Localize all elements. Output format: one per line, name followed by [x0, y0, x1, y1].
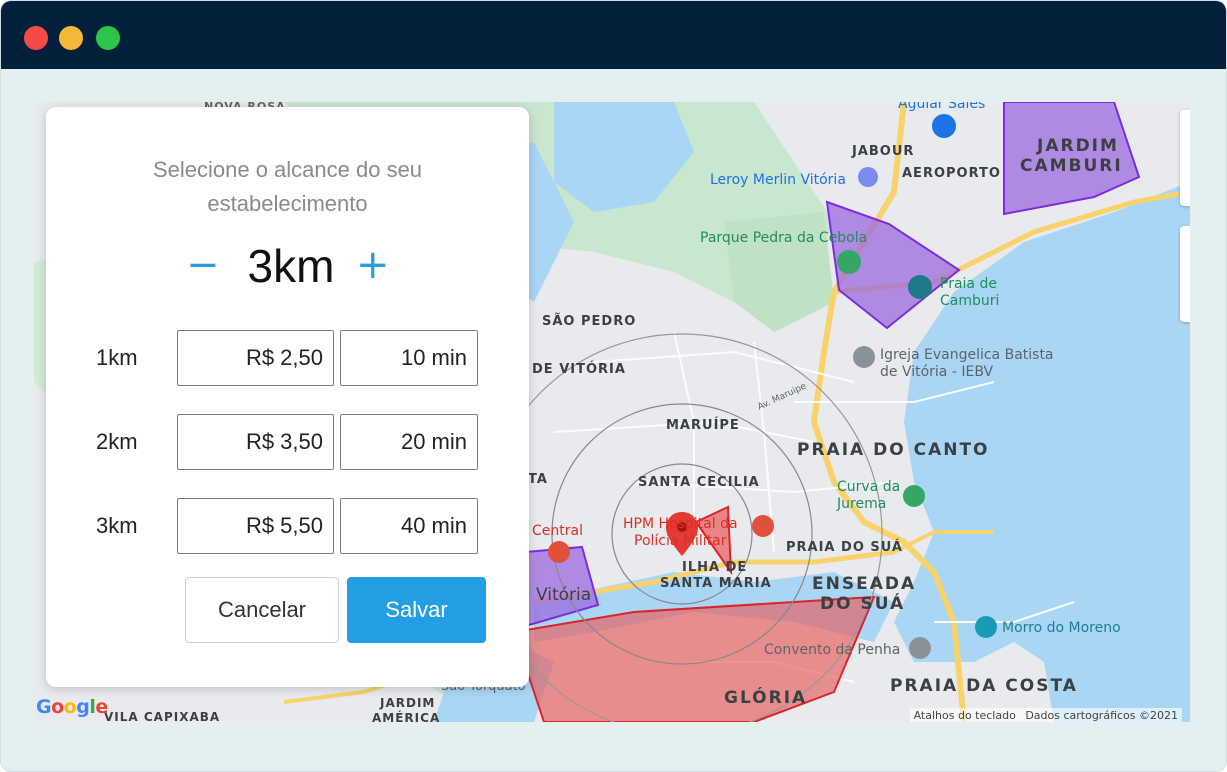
- decrease-range-button[interactable]: −: [186, 237, 220, 293]
- map-label-igreja: Igreja Evangelica Batista: [880, 347, 1054, 363]
- map-label-jardim-america: JARDIM: [380, 696, 436, 710]
- map-label-morro-moreno: Morro do Moreno: [1002, 620, 1121, 636]
- map-label-maruipe: MARUÍPE: [666, 418, 740, 433]
- map-label-aeroporto: AEROPORTO: [902, 166, 1001, 181]
- map-label-igreja-2: de Vitória - IEBV: [880, 364, 994, 380]
- map-label-jardim-camburi: JARDIM: [1037, 136, 1119, 156]
- map-label-curva-jurema-2: Jurema: [837, 496, 887, 512]
- range-row-1km: 1km R$ 2,50 10 min: [46, 330, 529, 386]
- maximize-window-button[interactable]: [96, 26, 120, 50]
- price-input-1km[interactable]: R$ 2,50: [177, 330, 334, 386]
- map-label-jabour: JABOUR: [852, 144, 915, 159]
- range-panel: Selecione o alcance do seu estabelecimen…: [46, 107, 529, 687]
- google-logo: Google: [36, 696, 108, 718]
- range-row-2km: 2km R$ 3,50 20 min: [46, 414, 529, 470]
- panel-title-line-1: Selecione o alcance do seu: [152, 157, 423, 182]
- map-label-jardim-camburi-2: CAMBURI: [1020, 156, 1123, 176]
- range-row-label: 1km: [96, 345, 138, 370]
- map-label-praia-camburi: Praia de: [940, 276, 997, 292]
- panel-title-line-2: estabelecimento: [207, 191, 368, 216]
- map-label-ilha: ILHA DE: [682, 560, 748, 575]
- cancel-button[interactable]: Cancelar: [185, 577, 339, 643]
- range-row-3km: 3km R$ 5,50 40 min: [46, 498, 529, 554]
- map-label-sao-pedro: SÃO PEDRO: [542, 314, 637, 329]
- map-label-gloria: GLÓRIA: [724, 688, 808, 708]
- minimize-window-button[interactable]: [59, 26, 83, 50]
- range-row-label: 2km: [96, 429, 138, 454]
- map-label-ta: TA: [528, 472, 548, 487]
- panel-title: Selecione o alcance do seu estabelecimen…: [46, 153, 529, 221]
- save-button[interactable]: Salvar: [347, 577, 486, 643]
- title-bar: [1, 1, 1226, 69]
- map-label-central: Central: [532, 523, 583, 539]
- map-label-ilha-2: SANTA MARIA: [660, 576, 772, 591]
- map-label-leroy-merlin: Leroy Merlin Vitória: [710, 172, 846, 188]
- map-attribution: Atalhos do teclado Dados cartográficos ©…: [909, 708, 1182, 722]
- map-label-praia-da-costa: PRAIA DA COSTA: [890, 676, 1078, 696]
- close-window-button[interactable]: [24, 26, 48, 50]
- map-label-aguiar-sales: Aguiar Sales: [898, 102, 986, 112]
- time-input-1km[interactable]: 10 min: [340, 330, 478, 386]
- map-label-praia-do-sua: PRAIA DO SUÁ: [786, 540, 903, 555]
- price-input-3km[interactable]: R$ 5,50: [177, 498, 334, 554]
- map-label-convento: Convento da Penha: [764, 642, 901, 658]
- fullscreen-control[interactable]: [1180, 110, 1190, 206]
- map-label-santa-cecilia: SANTA CECILIA: [638, 475, 760, 490]
- time-input-2km[interactable]: 20 min: [340, 414, 478, 470]
- keyboard-shortcuts-link[interactable]: Atalhos do teclado: [914, 709, 1016, 722]
- map-label-vitoria: Vitória: [536, 585, 592, 605]
- map-label-curva-jurema: Curva da: [837, 479, 901, 495]
- map-label-de-vitoria: DE VITÓRIA: [532, 362, 626, 377]
- time-input-3km[interactable]: 40 min: [340, 498, 478, 554]
- price-input-2km[interactable]: R$ 3,50: [177, 414, 334, 470]
- map-label-vila-capixaba: VILA CAPIXABA: [104, 710, 221, 722]
- increase-range-button[interactable]: +: [356, 237, 390, 293]
- range-value: 3km: [247, 240, 335, 292]
- map-label-jardim-america-2: AMÉRICA: [372, 711, 441, 722]
- map-label-enseada-2: DO SUÁ: [820, 594, 906, 614]
- map-label-hpm-2: Polícia Militar: [634, 533, 727, 549]
- map-label-praia-camburi-2: Camburi: [940, 293, 1000, 309]
- map-label-parque-pedra-cebola: Parque Pedra da Cebola: [700, 230, 868, 246]
- map-label-hpm: HPM Hospital da: [623, 516, 738, 532]
- map-label-praia-do-canto: PRAIA DO CANTO: [797, 440, 990, 460]
- zoom-control[interactable]: [1180, 226, 1190, 322]
- range-row-label: 3km: [96, 513, 138, 538]
- map-label-enseada: ENSEADA: [812, 574, 917, 594]
- range-stepper: − 3km +: [46, 237, 529, 297]
- map-data-credit: Dados cartográficos ©2021: [1025, 709, 1178, 722]
